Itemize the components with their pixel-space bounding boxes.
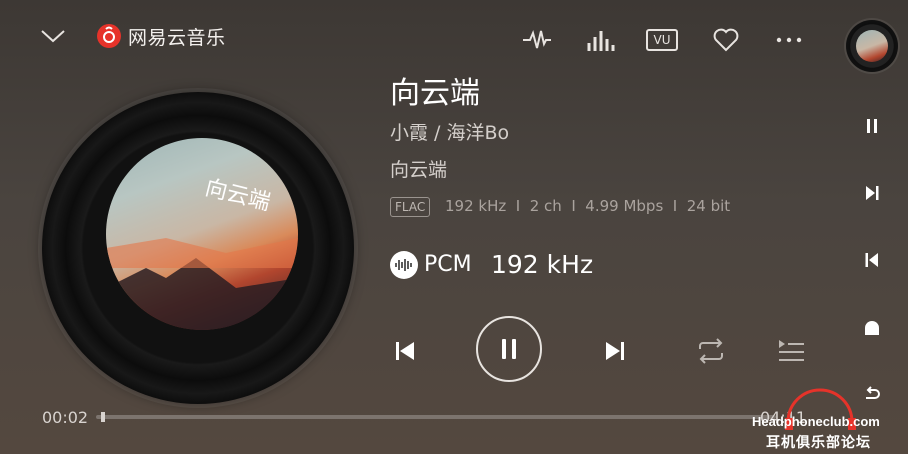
previous-icon [865,253,878,267]
cover-title-text: 向云端 [203,176,273,216]
track-title: 向云端 [390,76,480,111]
waveform-icon [523,29,551,49]
queue-icon [779,340,804,361]
next-icon [866,186,879,200]
output-rate: 192 kHz [491,250,594,279]
mini-cover [856,30,888,62]
heart-icon [713,28,739,52]
next-icon [606,342,624,360]
home-icon [865,321,879,335]
progress-bar[interactable] [96,415,776,419]
format-badge: FLAC [390,197,431,217]
album-cover: 向云端 [106,138,298,330]
previous-button[interactable] [390,336,420,366]
more-icon [776,37,802,43]
chevron-down-icon [41,30,65,43]
like-button[interactable] [708,22,744,58]
brand-name: 网易云音乐 [128,26,226,49]
output-format: PCM [424,252,472,277]
pause-icon [867,119,877,133]
elapsed-time: 00:02 [42,408,89,427]
rail-pause-button[interactable] [860,114,884,138]
netease-logo-icon [97,24,121,48]
waveform-icon [395,259,412,271]
rail-home-button[interactable] [860,316,884,340]
pause-icon [502,339,516,359]
cover-artwork: 向云端 [106,176,298,330]
vu-meter-button[interactable]: VU [644,22,680,58]
track-artist[interactable]: 小霞 / 海洋Bo [390,118,509,145]
collapse-button[interactable] [38,22,68,50]
queue-button[interactable] [776,335,806,367]
audio-specs: 192 kHz I 2 ch I 4.99 Mbps I 24 bit [445,197,731,215]
brand: 网易云音乐 [96,22,226,50]
previous-icon [396,342,414,360]
watermark: Headphoneclub.com 耳机俱乐部论坛 [752,386,908,454]
waveform-button[interactable] [519,22,555,58]
more-button[interactable] [771,22,807,58]
watermark-site: Headphoneclub.com [752,414,880,429]
track-album[interactable]: 向云端 [390,155,447,182]
repeat-icon [699,338,723,364]
equalizer-icon [587,31,615,51]
repeat-button[interactable] [694,335,728,367]
progress-thumb[interactable] [101,412,106,422]
rail-previous-button[interactable] [860,248,884,272]
pcm-output-icon [390,251,418,279]
watermark-forum: 耳机俱乐部论坛 [766,435,871,451]
pause-button[interactable] [476,316,542,382]
next-button[interactable] [600,336,630,366]
equalizer-button[interactable] [582,22,618,58]
vu-label: VU [653,33,671,47]
rail-next-button[interactable] [860,181,884,205]
vu-meter-icon: VU [646,29,678,51]
